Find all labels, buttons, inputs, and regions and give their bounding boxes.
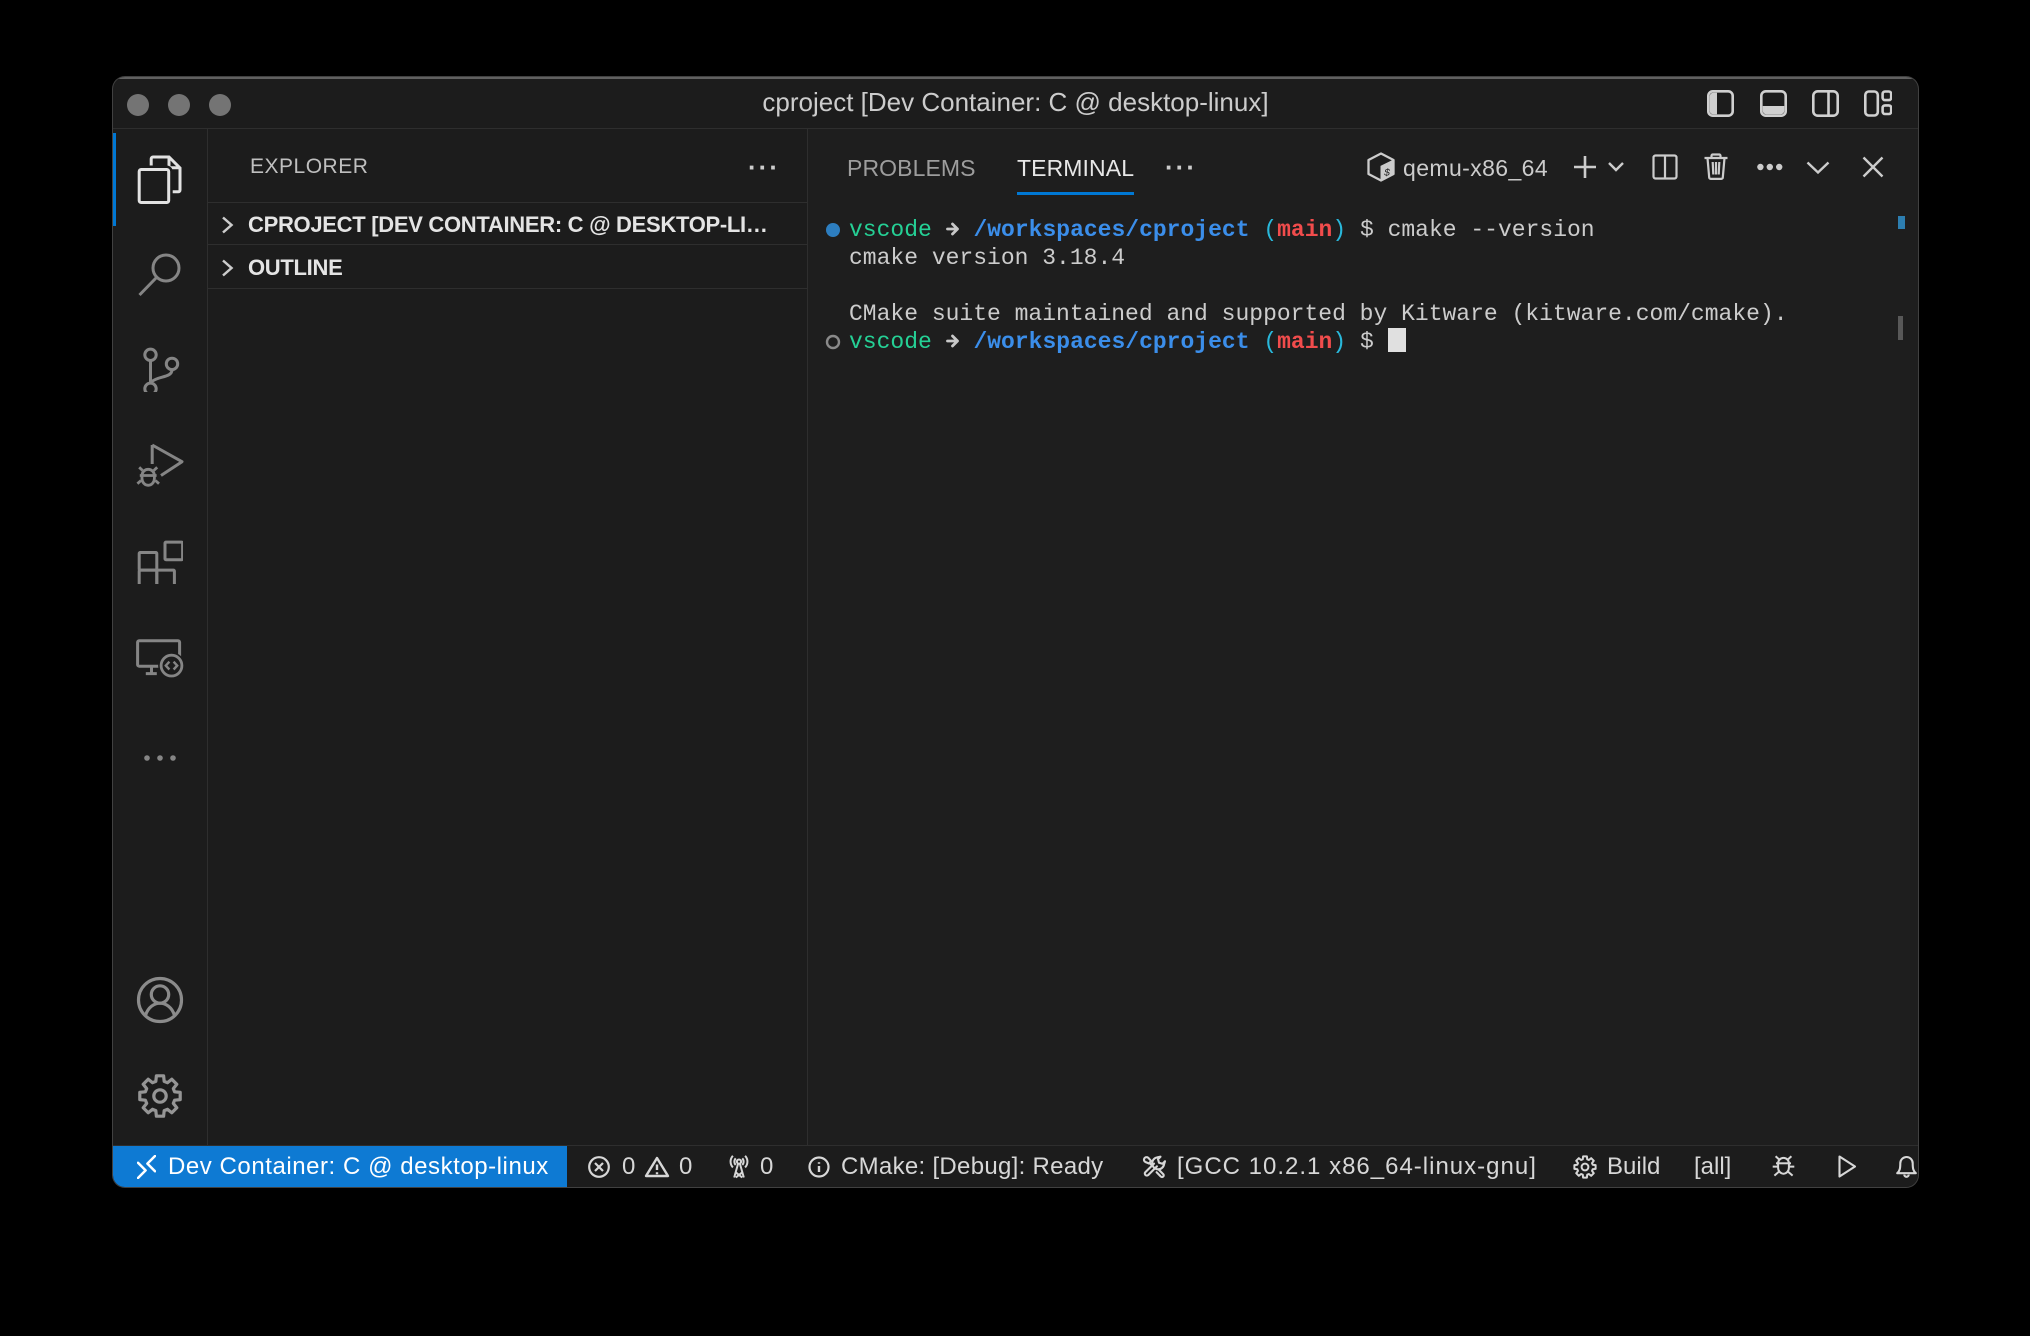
svg-text:$: $	[1384, 168, 1390, 180]
